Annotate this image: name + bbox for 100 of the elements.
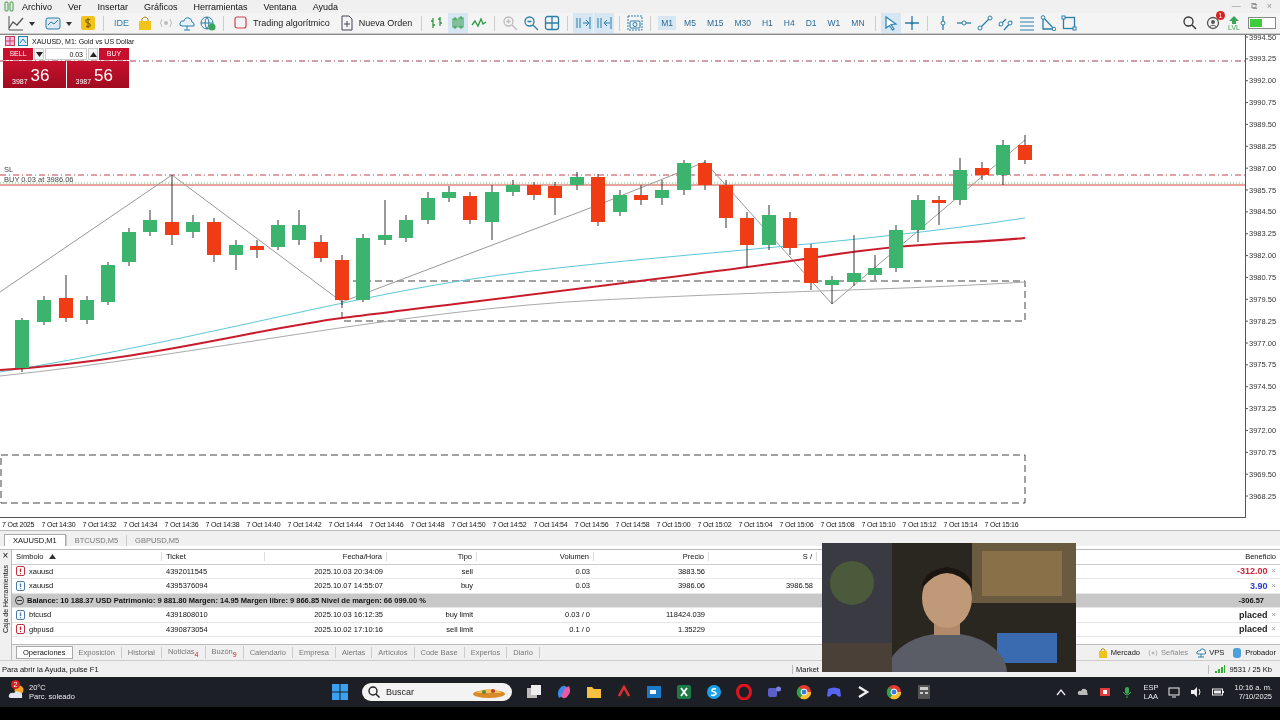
dollar-icon[interactable] (80, 15, 96, 31)
battery-icon[interactable] (1212, 686, 1225, 698)
dashed-rectangle[interactable] (0, 454, 1026, 504)
timeframe-button[interactable]: M15 (703, 16, 727, 30)
candlestick (122, 227, 136, 267)
cloud-icon (1196, 646, 1207, 659)
connection-icon (1215, 665, 1226, 673)
new-order-button[interactable]: Nueva Orden (336, 15, 415, 31)
sell-order-icon (16, 624, 25, 635)
menu-item[interactable]: Ventana (255, 1, 305, 12)
candlestick (37, 295, 51, 326)
ide-button[interactable]: IDE (111, 18, 132, 28)
candlestick (59, 274, 73, 323)
app-icon (4, 1, 14, 12)
display-icon[interactable] (1168, 686, 1181, 698)
account-icon[interactable] (1206, 16, 1221, 30)
candlestick (719, 179, 733, 229)
timeframe-button[interactable]: D1 (802, 16, 820, 30)
cursor-icon[interactable] (882, 15, 899, 31)
line-chart-icon-button[interactable] (6, 15, 38, 31)
menu-item[interactable]: Insertar (89, 1, 137, 12)
speaker-icon[interactable] (1190, 686, 1203, 698)
meter-icon (1248, 17, 1276, 29)
globe-icon[interactable] (200, 15, 216, 31)
timeframe-button[interactable]: MN (848, 16, 868, 30)
candlestick (80, 295, 94, 325)
menu-item[interactable]: Archivo (14, 1, 60, 12)
candlestick (613, 189, 627, 217)
folder-icon[interactable] (586, 684, 602, 700)
candlestick (847, 234, 861, 287)
algo-trading-button[interactable]: Trading algorítmico (231, 15, 332, 31)
browser-icon[interactable] (796, 684, 812, 700)
menu-item[interactable]: Ayuda (304, 1, 346, 12)
candlestick (825, 275, 839, 305)
caret-icon (89, 51, 97, 57)
window-icon[interactable] (646, 684, 662, 700)
candlestick (250, 239, 264, 259)
task-view-icon[interactable] (526, 684, 542, 700)
menu-item[interactable]: Herramientas (185, 1, 256, 12)
microphone-icon[interactable] (1121, 686, 1134, 698)
weather-icon[interactable] (8, 684, 26, 700)
candlestick (953, 157, 967, 206)
dashed-rectangle[interactable] (341, 280, 1026, 322)
candlestick (548, 181, 562, 216)
line-chart-icon (8, 15, 24, 31)
timeframe-button[interactable]: H1 (758, 16, 776, 30)
caret-icon (65, 19, 73, 27)
start-icon[interactable] (332, 684, 348, 700)
spreadsheet-icon[interactable] (676, 684, 692, 700)
candlestick (229, 239, 243, 271)
chat-icon[interactable] (706, 684, 722, 700)
volume-down-button[interactable] (34, 48, 44, 60)
candlestick (292, 209, 306, 246)
candlestick (378, 199, 392, 246)
grid-icon[interactable] (544, 15, 561, 31)
template-icon-button[interactable] (43, 15, 75, 31)
timeframe-button[interactable]: M5 (681, 16, 699, 30)
search-icon[interactable] (1182, 15, 1199, 31)
table-cell: placed (1239, 609, 1268, 620)
candlestick (655, 179, 669, 206)
candlestick (335, 254, 349, 306)
candlestick (356, 233, 370, 303)
volume-up-button[interactable] (88, 48, 98, 60)
candlestick (889, 224, 903, 273)
menu-item[interactable]: Gráficos (136, 1, 186, 12)
candlestick-icon[interactable] (450, 15, 467, 31)
team-icon[interactable] (766, 684, 782, 700)
candlestick (143, 209, 157, 237)
buy-order-icon (16, 580, 25, 591)
crosshair-icon[interactable] (903, 15, 920, 31)
scroll-icon[interactable] (575, 15, 592, 31)
menu-item[interactable]: Ver (60, 1, 90, 12)
timeframe-button[interactable]: M30 (731, 16, 754, 30)
triangle-icon[interactable] (1039, 15, 1056, 31)
zoom-out-icon[interactable] (523, 15, 540, 31)
candlestick (101, 261, 115, 306)
candlestick (506, 179, 520, 197)
close-button[interactable]: × (2, 550, 9, 561)
candlestick (868, 254, 882, 281)
copilot-icon[interactable] (556, 684, 572, 700)
browser-icon[interactable] (886, 684, 902, 700)
timeframe-button[interactable]: H4 (780, 16, 798, 30)
candlestick (911, 194, 925, 243)
app-icon[interactable] (1099, 686, 1112, 698)
calculator-icon[interactable] (916, 684, 932, 700)
candlestick (740, 211, 754, 269)
cloud-icon[interactable] (1077, 686, 1090, 698)
trend-line-icon[interactable] (976, 15, 993, 31)
candlestick (804, 243, 818, 291)
search-field[interactable]: Buscar (362, 683, 512, 701)
timeframe-button[interactable]: M1 (658, 16, 677, 30)
collapse-icon[interactable] (15, 595, 24, 605)
camera-icon[interactable] (627, 15, 644, 31)
timeframe-button[interactable]: W1 (824, 16, 844, 30)
rectangle-icon[interactable] (1060, 15, 1077, 31)
stop-icon (233, 15, 249, 31)
candlestick (399, 214, 413, 243)
shift-icon[interactable] (596, 15, 613, 31)
sort-icon (48, 554, 56, 560)
candlestick (527, 181, 541, 201)
